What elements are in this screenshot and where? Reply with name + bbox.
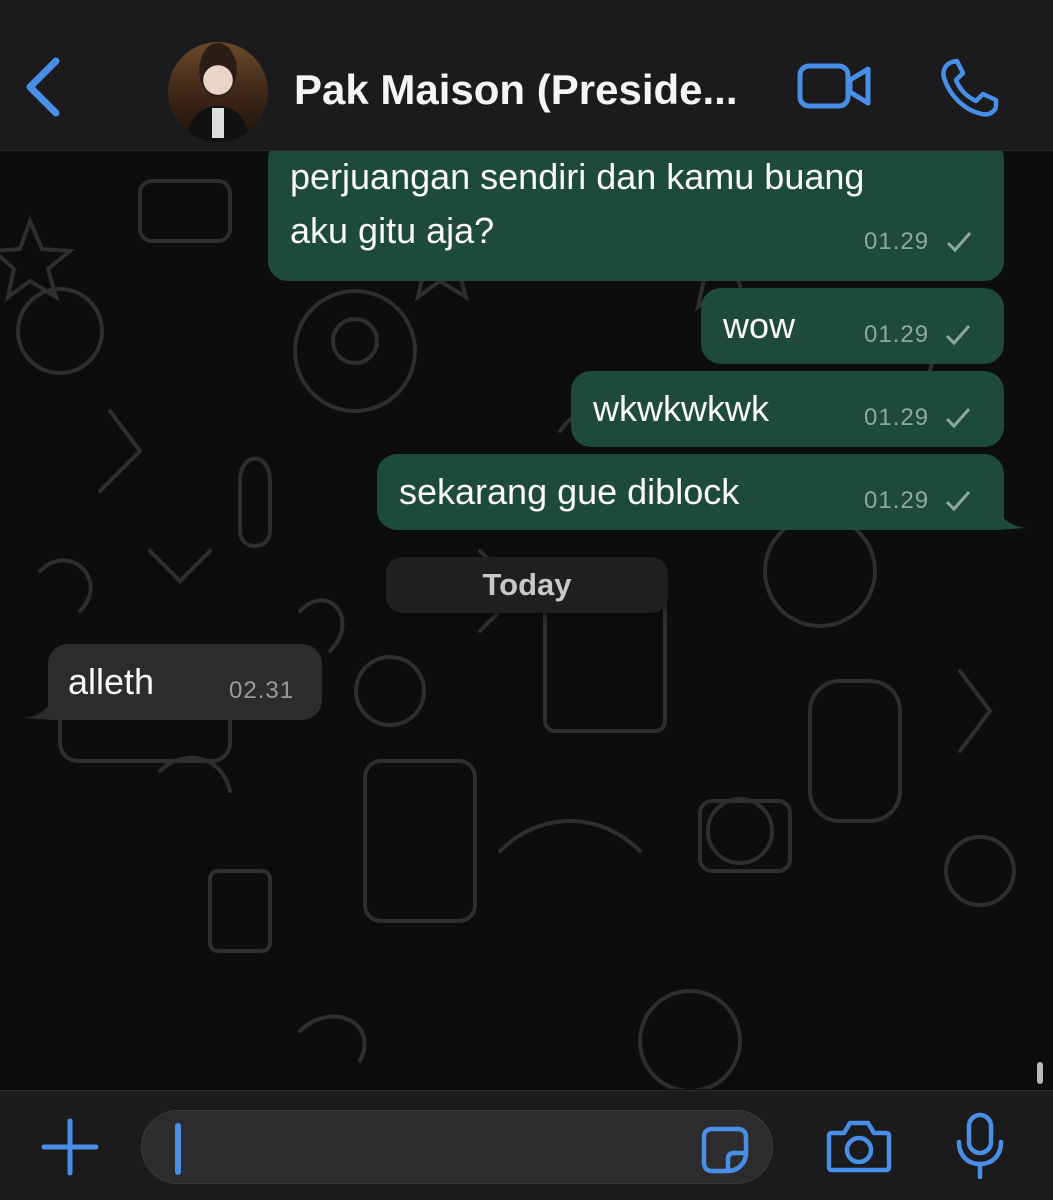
message-text: sekarang gue diblock [399,471,740,512]
message-text: perjuangan sendiri dan kamu buang [290,156,865,197]
camera-icon[interactable] [826,1117,892,1175]
message-bubble-outgoing[interactable]: sekarang gue diblock 01.29 [377,454,1026,530]
bubble-tail [24,694,54,720]
message-input[interactable] [141,1110,773,1184]
message-time: 01.29 [864,487,930,514]
phone-icon[interactable] [938,58,1000,118]
message-bubble-incoming[interactable]: alleth 02.31 [24,644,322,720]
chat-header: Pak Maison (Preside... [0,0,1053,151]
avatar[interactable] [168,42,268,142]
message-text: alleth [68,661,155,702]
check-icon [945,491,971,512]
bubble-tail [996,504,1026,530]
check-icon [945,325,971,346]
message-bubble-outgoing[interactable]: wkwkwkwk 01.29 [571,371,1004,447]
avatar-shirt [212,108,224,138]
microphone-icon[interactable] [954,1112,1006,1180]
message-bubble-outgoing[interactable]: wow 01.29 [701,288,1004,364]
plus-icon[interactable] [40,1117,100,1177]
check-icon [946,232,972,253]
text-caret [175,1123,181,1175]
message-bubble-outgoing[interactable]: perjuangan sendiri dan kamu buang aku gi… [268,151,1004,281]
message-time: 02.31 [229,677,295,704]
message-text: aku gitu aja? [290,210,495,251]
message-time: 01.29 [864,228,930,255]
message-text: wkwkwkwk [593,388,769,429]
date-separator: Today [386,557,668,613]
message-time: 01.29 [864,321,930,348]
message-text: wow [723,305,796,346]
check-icon [945,408,971,429]
video-camera-icon[interactable] [796,58,872,114]
sticker-icon[interactable] [700,1125,750,1175]
contact-name[interactable]: Pak Maison (Preside... [294,62,774,118]
scrollbar[interactable] [1037,1062,1043,1084]
chevron-left-icon[interactable] [20,55,68,119]
chat-area[interactable]: perjuangan sendiri dan kamu buang aku gi… [0,151,1053,1089]
message-time: 01.29 [864,404,930,431]
